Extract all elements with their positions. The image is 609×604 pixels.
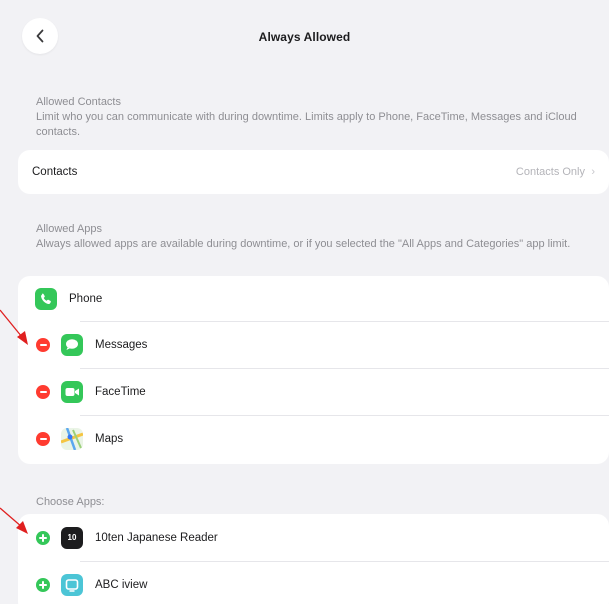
list-item-label: 10ten Japanese Reader <box>95 531 218 544</box>
add-button[interactable] <box>36 577 50 592</box>
list-item-label: Phone <box>69 292 103 305</box>
list-item-messages[interactable]: Messages <box>18 321 609 368</box>
list-item-facetime[interactable]: FaceTime <box>18 368 609 415</box>
allowed-apps-card: Phone Messages FaceTime Maps <box>18 276 609 464</box>
10ten-app-icon: 10 <box>61 526 83 549</box>
allowed-contacts-header: Allowed Contacts Limit who you can commu… <box>36 95 587 140</box>
chevron-right-icon: › <box>591 166 595 178</box>
contacts-label: Contacts <box>32 166 78 178</box>
always-allowed-screen: Always Allowed Allowed Contacts Limit wh… <box>0 0 609 604</box>
list-item-label: FaceTime <box>95 385 146 398</box>
choose-apps-card: 10 10ten Japanese Reader ABC iview <box>18 514 609 604</box>
contacts-value: Contacts Only <box>515 166 585 178</box>
allowed-contacts-description: Limit who you can communicate with durin… <box>36 111 577 138</box>
allowed-apps-title: Allowed Apps <box>36 223 103 235</box>
maps-icon <box>61 427 83 450</box>
list-item-abc-iview[interactable]: ABC iview <box>18 561 609 604</box>
remove-button[interactable] <box>36 431 50 446</box>
facetime-icon <box>61 380 83 403</box>
allowed-contacts-title: Allowed Contacts <box>36 96 121 108</box>
list-item-10ten[interactable]: 10 10ten Japanese Reader <box>18 514 609 561</box>
list-item-maps[interactable]: Maps <box>18 415 609 462</box>
phone-icon <box>35 287 57 310</box>
remove-button[interactable] <box>36 384 50 399</box>
choose-apps-title: Choose Apps: <box>36 496 105 508</box>
list-item-label: Messages <box>95 338 148 351</box>
abc-iview-icon <box>61 573 83 596</box>
choose-apps-header: Choose Apps: <box>36 495 587 510</box>
allowed-apps-header: Allowed Apps Always allowed apps are ava… <box>36 222 587 252</box>
add-button[interactable] <box>36 530 50 545</box>
messages-icon <box>61 333 83 356</box>
contacts-card: Contacts Contacts Only › <box>18 150 609 194</box>
remove-button[interactable] <box>36 337 50 352</box>
allowed-apps-description: Always allowed apps are available during… <box>36 238 571 250</box>
10ten-app-icon-text: 10 <box>67 533 77 542</box>
list-item-label: Maps <box>95 432 124 445</box>
page-title: Always Allowed <box>258 30 351 44</box>
list-item-phone[interactable]: Phone <box>18 276 609 321</box>
contacts-row[interactable]: Contacts Contacts Only › <box>18 150 609 194</box>
list-item-label: ABC iview <box>95 578 148 591</box>
